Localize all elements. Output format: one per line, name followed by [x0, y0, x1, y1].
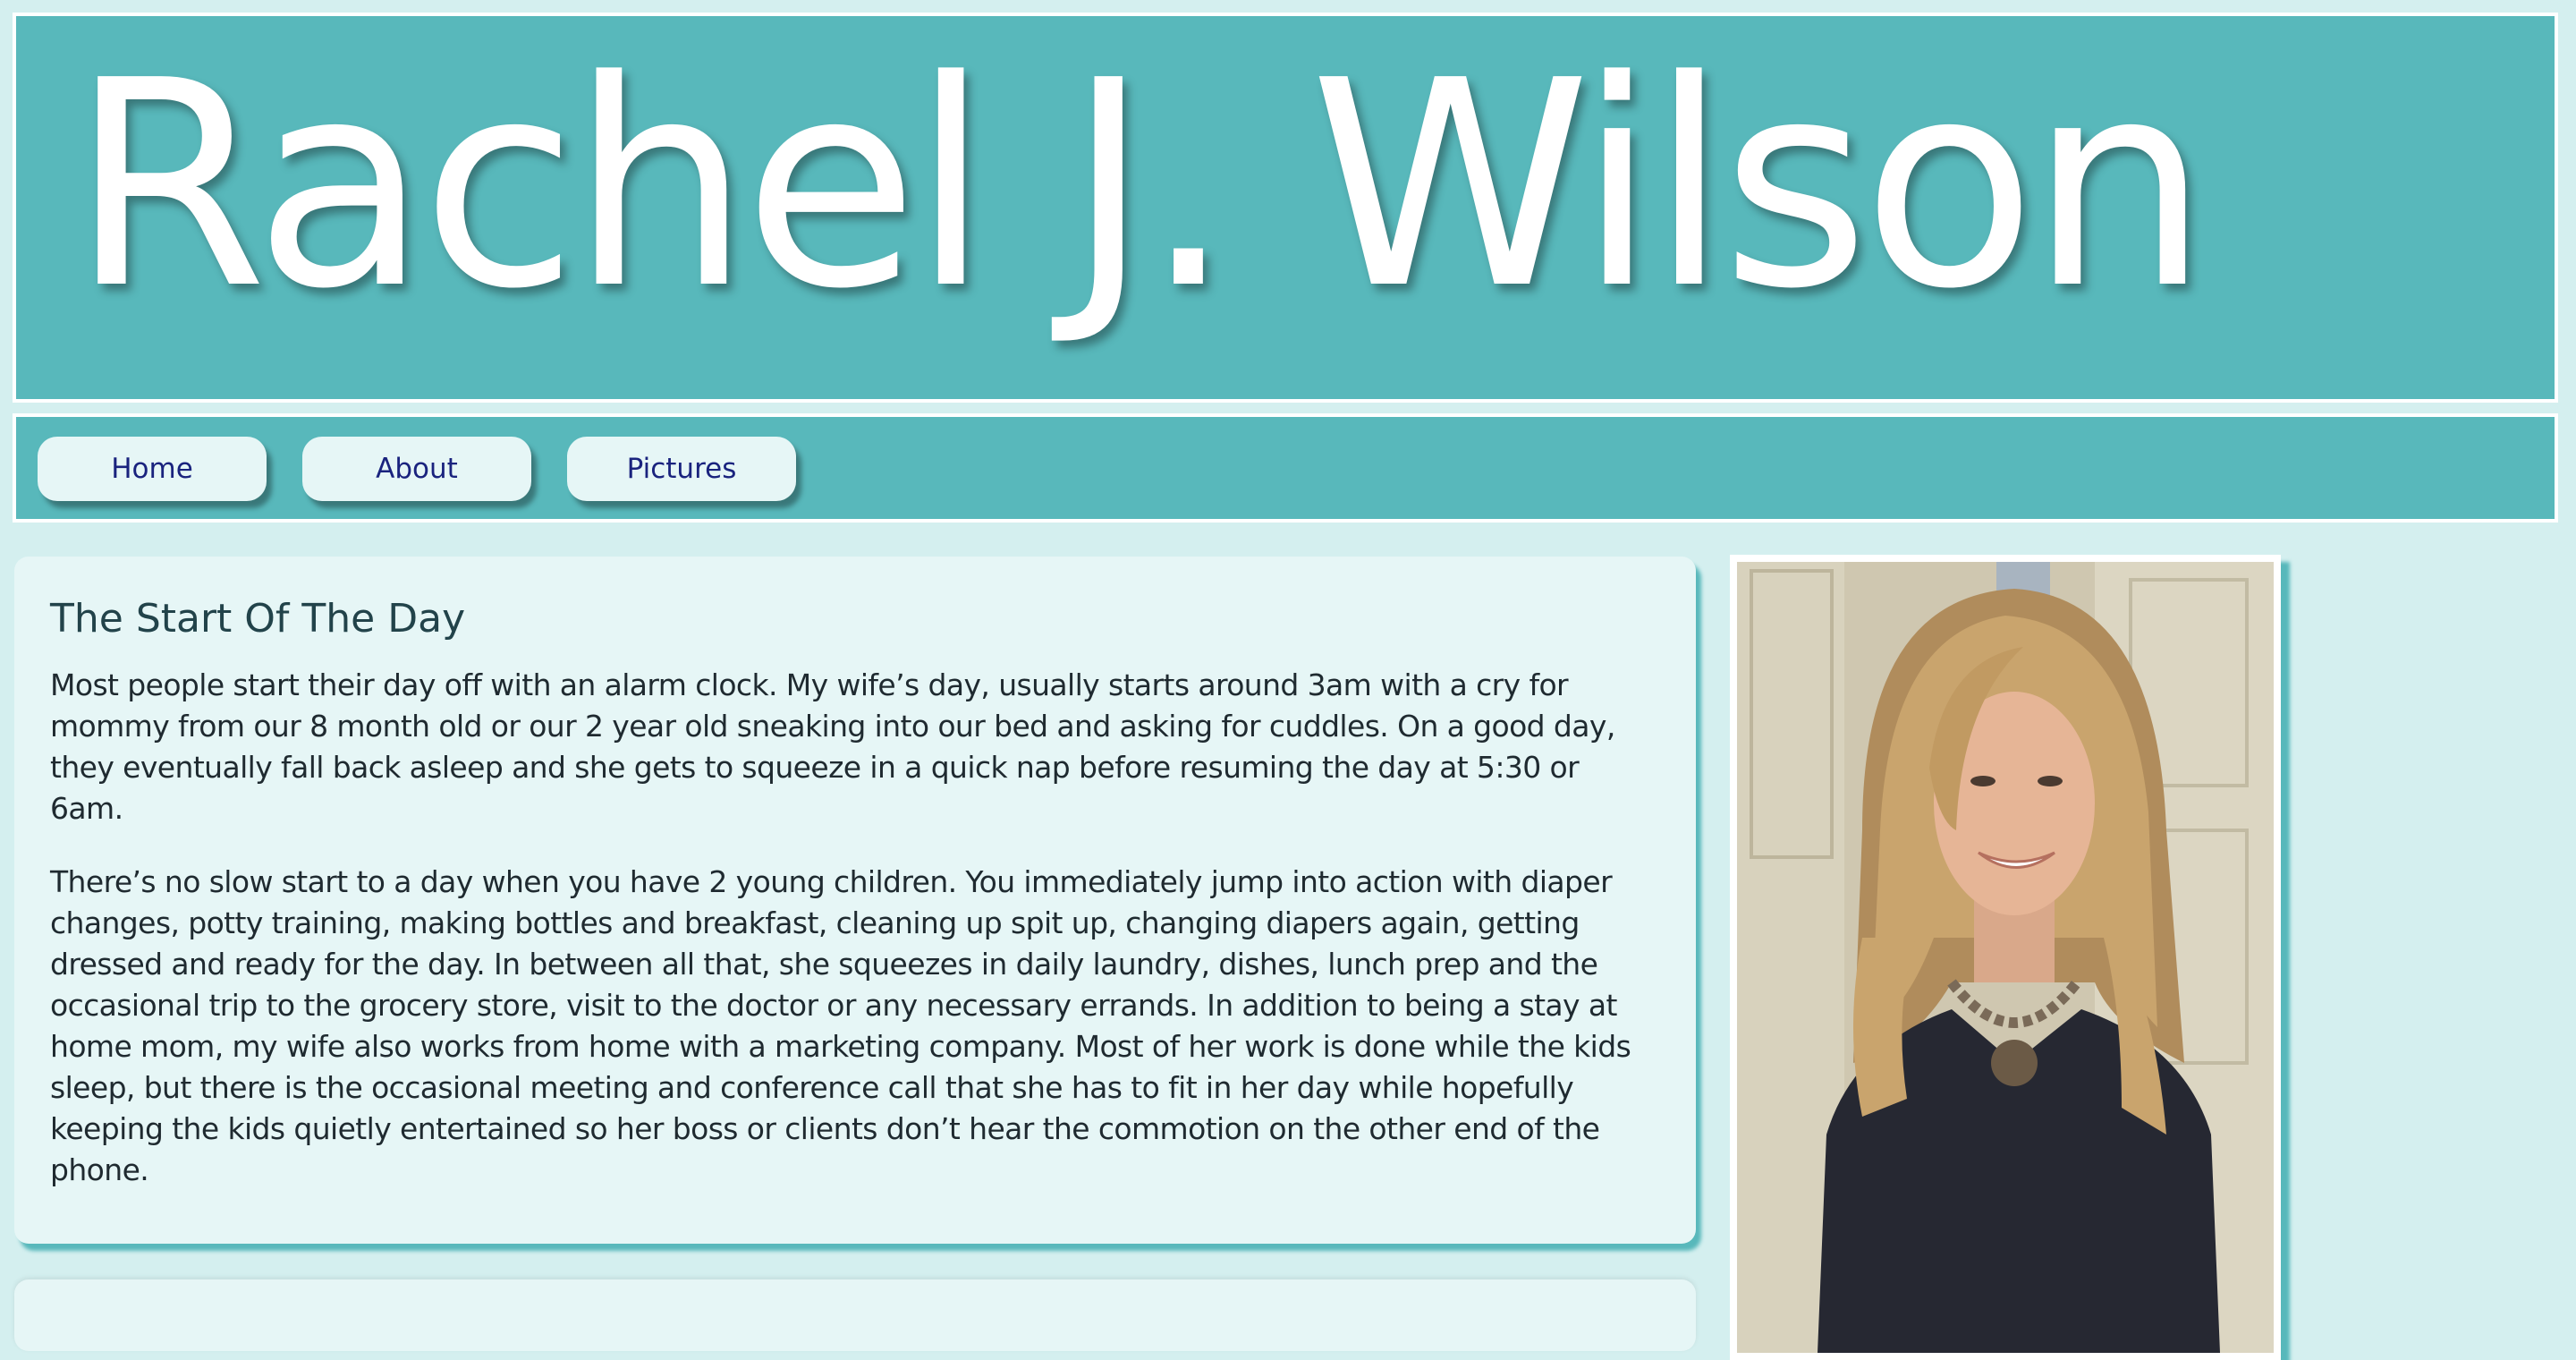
portrait-photo-frame: [1730, 555, 2281, 1360]
post-title: The Start Of The Day: [50, 596, 466, 642]
nav-about-button[interactable]: About: [302, 437, 531, 501]
portrait-photo: [1737, 562, 2274, 1353]
nav-pictures-button[interactable]: Pictures: [567, 437, 796, 501]
nav-home-button[interactable]: Home: [38, 437, 267, 501]
next-post-card: [14, 1279, 1696, 1351]
post-paragraph: There’s no slow start to a day when you …: [50, 863, 1631, 1187]
post-paragraph: Most people start their day off with an …: [50, 667, 1615, 826]
site-header: Rachel J. Wilson: [13, 13, 2558, 403]
site-title: Rachel J. Wilson: [70, 20, 2209, 351]
post-card: The Start Of The Day Most people start t…: [14, 557, 1696, 1244]
main-nav: Home About Pictures: [13, 413, 2558, 523]
